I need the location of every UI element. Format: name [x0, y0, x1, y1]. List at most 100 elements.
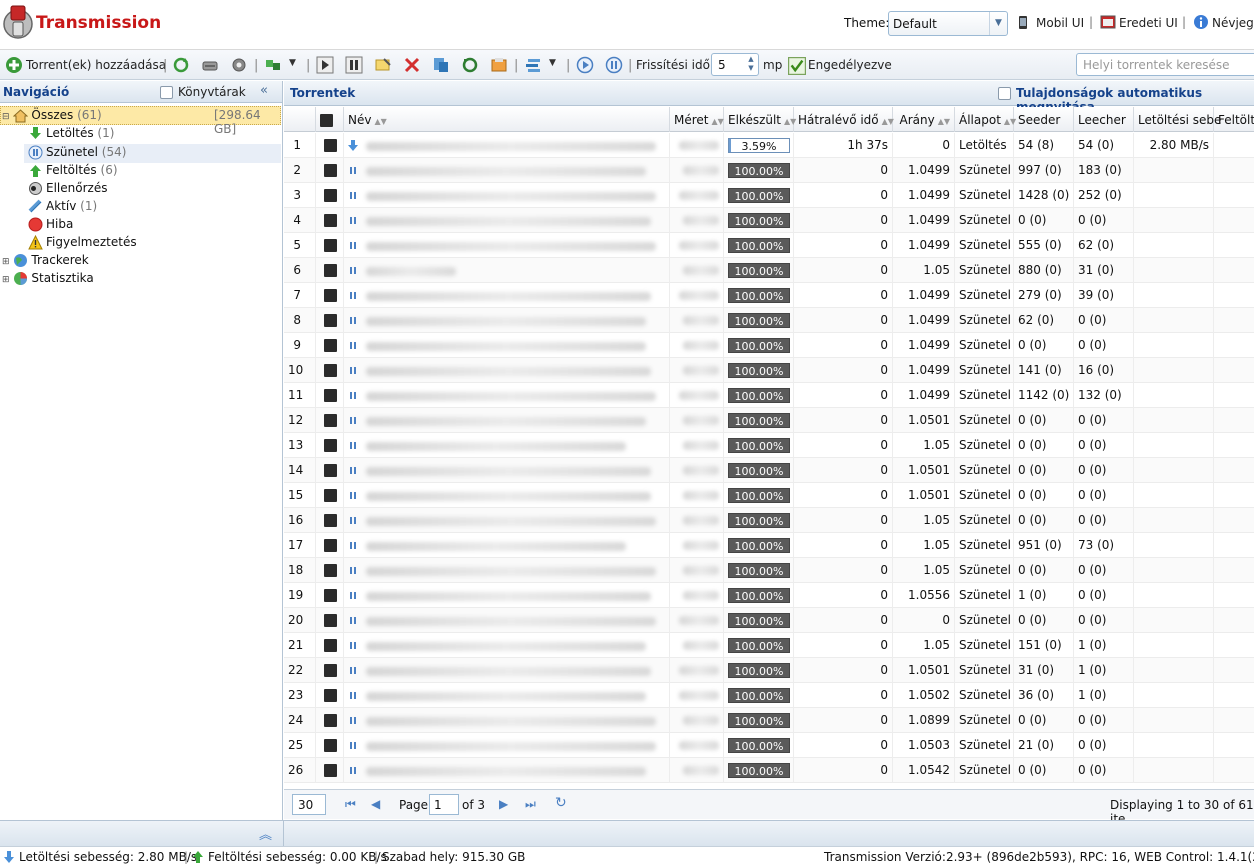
torrent-name[interactable] [344, 533, 670, 558]
pause-all-icon[interactable] [605, 56, 623, 74]
table-row[interactable]: 1 3.59% 1h 37s 0 Letöltés 54 (8) 54 (0) 2.80 MB… [284, 133, 1254, 158]
col-ratio[interactable]: Arány ▲▼ [893, 107, 955, 132]
torrent-name[interactable] [344, 458, 670, 483]
torrent-name[interactable] [344, 683, 670, 708]
col-leecher[interactable]: Leecher [1074, 107, 1134, 132]
rename-icon[interactable] [374, 56, 392, 74]
torrent-name[interactable] [344, 308, 670, 333]
col-ulspeed[interactable]: Feltölté [1214, 107, 1254, 132]
table-row[interactable]: 15 100.00% 0 1.0501 Szünetel 0 (0) 0 (0) [284, 483, 1254, 508]
last-page-icon[interactable]: ⏭ [525, 797, 536, 812]
table-row[interactable]: 4 100.00% 0 1.0499 Szünetel 0 (0) 0 (0) [284, 208, 1254, 233]
verify-icon[interactable] [432, 56, 450, 74]
refresh-icon[interactable]: ↻ [555, 795, 567, 811]
table-row[interactable]: 20 100.00% 0 0 Szünetel 0 (0) 0 (0) [284, 608, 1254, 633]
torrent-name[interactable] [344, 408, 670, 433]
col-state[interactable]: Állapot ▲▼ [955, 107, 1016, 132]
nav-item-downloading[interactable]: Letöltés (1) [28, 126, 114, 144]
mobile-ui-link[interactable]: Mobil UI [1036, 16, 1084, 30]
nav-item-paused[interactable]: Szünetel (54) [28, 145, 126, 163]
search-input[interactable]: Helyi torrentek keresése [1076, 53, 1254, 76]
chevron-down-icon[interactable]: ▼ [289, 58, 296, 68]
remove-icon[interactable] [403, 56, 421, 74]
row-select-checkbox[interactable] [316, 333, 344, 358]
collapse-left-icon[interactable]: « [260, 83, 268, 98]
nav-item-seeding[interactable]: Feltöltés (6) [28, 163, 118, 181]
refresh-interval-input[interactable]: 5 ▲ ▼ [711, 53, 759, 76]
torrent-name[interactable] [344, 383, 670, 408]
pause-icon[interactable] [345, 56, 363, 74]
reload-icon[interactable] [172, 56, 190, 74]
queue-icon[interactable] [524, 56, 542, 74]
nav-item-error[interactable]: Hiba [28, 217, 73, 235]
torrent-name[interactable] [344, 358, 670, 383]
torrent-name[interactable] [344, 658, 670, 683]
table-row[interactable]: 7 100.00% 0 1.0499 Szünetel 279 (0) 39 (0) [284, 283, 1254, 308]
table-row[interactable]: 22 100.00% 0 1.0501 Szünetel 31 (0) 1 (0) [284, 658, 1254, 683]
torrent-name[interactable] [344, 258, 670, 283]
table-row[interactable]: 24 100.00% 0 1.0899 Szünetel 0 (0) 0 (0) [284, 708, 1254, 733]
col-seeder[interactable]: Seeder [1014, 107, 1074, 132]
nav-item-trackers[interactable]: ⊞ Trackerek [2, 253, 89, 271]
table-row[interactable]: 11 100.00% 0 1.0499 Szünetel 1142 (0) 132 (0) [284, 383, 1254, 408]
start-all-icon[interactable] [576, 56, 594, 74]
chevron-down-icon[interactable]: ▼ [549, 58, 556, 68]
table-row[interactable]: 26 100.00% 0 1.0542 Szünetel 0 (0) 0 (0) [284, 758, 1254, 783]
nav-item-statistics[interactable]: ⊞ Statisztika [2, 271, 94, 289]
row-select-checkbox[interactable] [316, 358, 344, 383]
table-row[interactable]: 5 100.00% 0 1.0499 Szünetel 555 (0) 62 (0) [284, 233, 1254, 258]
add-torrent-button[interactable]: Torrent(ek) hozzáadása [26, 58, 166, 72]
table-row[interactable]: 12 100.00% 0 1.0501 Szünetel 0 (0) 0 (0) [284, 408, 1254, 433]
row-select-checkbox[interactable] [316, 533, 344, 558]
row-select-checkbox[interactable] [316, 208, 344, 233]
row-select-checkbox[interactable] [316, 233, 344, 258]
row-select-checkbox[interactable] [316, 283, 344, 308]
row-select-checkbox[interactable] [316, 633, 344, 658]
col-name[interactable]: Név ▲▼ [344, 107, 670, 132]
nav-item-warning[interactable]: Figyelmeztetés [28, 235, 137, 253]
table-row[interactable]: 9 100.00% 0 1.0499 Szünetel 0 (0) 0 (0) [284, 333, 1254, 358]
libraries-checkbox[interactable] [160, 85, 173, 99]
start-icon[interactable] [316, 56, 334, 74]
table-row[interactable]: 2 100.00% 0 1.0499 Szünetel 997 (0) 183 (0) [284, 158, 1254, 183]
row-select-checkbox[interactable] [316, 308, 344, 333]
gear-icon[interactable] [230, 56, 248, 74]
row-select-checkbox[interactable] [316, 558, 344, 583]
select-all-checkbox[interactable] [320, 114, 333, 127]
row-select-checkbox[interactable] [316, 683, 344, 708]
row-select-checkbox[interactable] [316, 408, 344, 433]
torrent-name[interactable] [344, 758, 670, 783]
prev-page-icon[interactable]: ◀ [371, 797, 380, 811]
table-row[interactable]: 13 100.00% 0 1.05 Szünetel 0 (0) 0 (0) [284, 433, 1254, 458]
torrent-name[interactable] [344, 183, 670, 208]
row-select-checkbox[interactable] [316, 458, 344, 483]
spinner-arrows-icon[interactable]: ▲ ▼ [745, 55, 757, 74]
torrent-name[interactable] [344, 583, 670, 608]
table-row[interactable]: 23 100.00% 0 1.0502 Szünetel 36 (0) 1 (0) [284, 683, 1254, 708]
table-row[interactable]: 17 100.00% 0 1.05 Szünetel 951 (0) 73 (0) [284, 533, 1254, 558]
page-number-input[interactable]: 1 [429, 794, 459, 815]
nav-item-active[interactable]: Aktív (1) [28, 199, 97, 217]
row-select-checkbox[interactable] [316, 583, 344, 608]
torrent-name[interactable] [344, 133, 670, 158]
torrent-name[interactable] [344, 433, 670, 458]
original-ui-link[interactable]: Eredeti UI [1119, 16, 1178, 30]
col-dlspeed[interactable]: Letöltési sebe [1134, 107, 1221, 132]
plugins-icon[interactable] [264, 56, 282, 74]
table-row[interactable]: 8 100.00% 0 1.0499 Szünetel 62 (0) 0 (0) [284, 308, 1254, 333]
torrent-name[interactable] [344, 633, 670, 658]
reannounce-icon[interactable] [461, 56, 479, 74]
row-select-checkbox[interactable] [316, 608, 344, 633]
about-link[interactable]: Névjegy [1212, 16, 1254, 30]
page-size-input[interactable]: 30 [292, 794, 326, 815]
torrent-name[interactable] [344, 508, 670, 533]
table-row[interactable]: 19 100.00% 0 1.0556 Szünetel 1 (0) 0 (0) [284, 583, 1254, 608]
row-select-checkbox[interactable] [316, 708, 344, 733]
table-row[interactable]: 14 100.00% 0 1.0501 Szünetel 0 (0) 0 (0) [284, 458, 1254, 483]
row-select-checkbox[interactable] [316, 658, 344, 683]
theme-select[interactable]: Default ▼ [888, 11, 1008, 36]
col-remaining[interactable]: Hátralévő idő ▲▼ [794, 107, 894, 132]
row-select-checkbox[interactable] [316, 383, 344, 408]
table-row[interactable]: 16 100.00% 0 1.05 Szünetel 0 (0) 0 (0) [284, 508, 1254, 533]
next-page-icon[interactable]: ▶ [499, 797, 508, 811]
